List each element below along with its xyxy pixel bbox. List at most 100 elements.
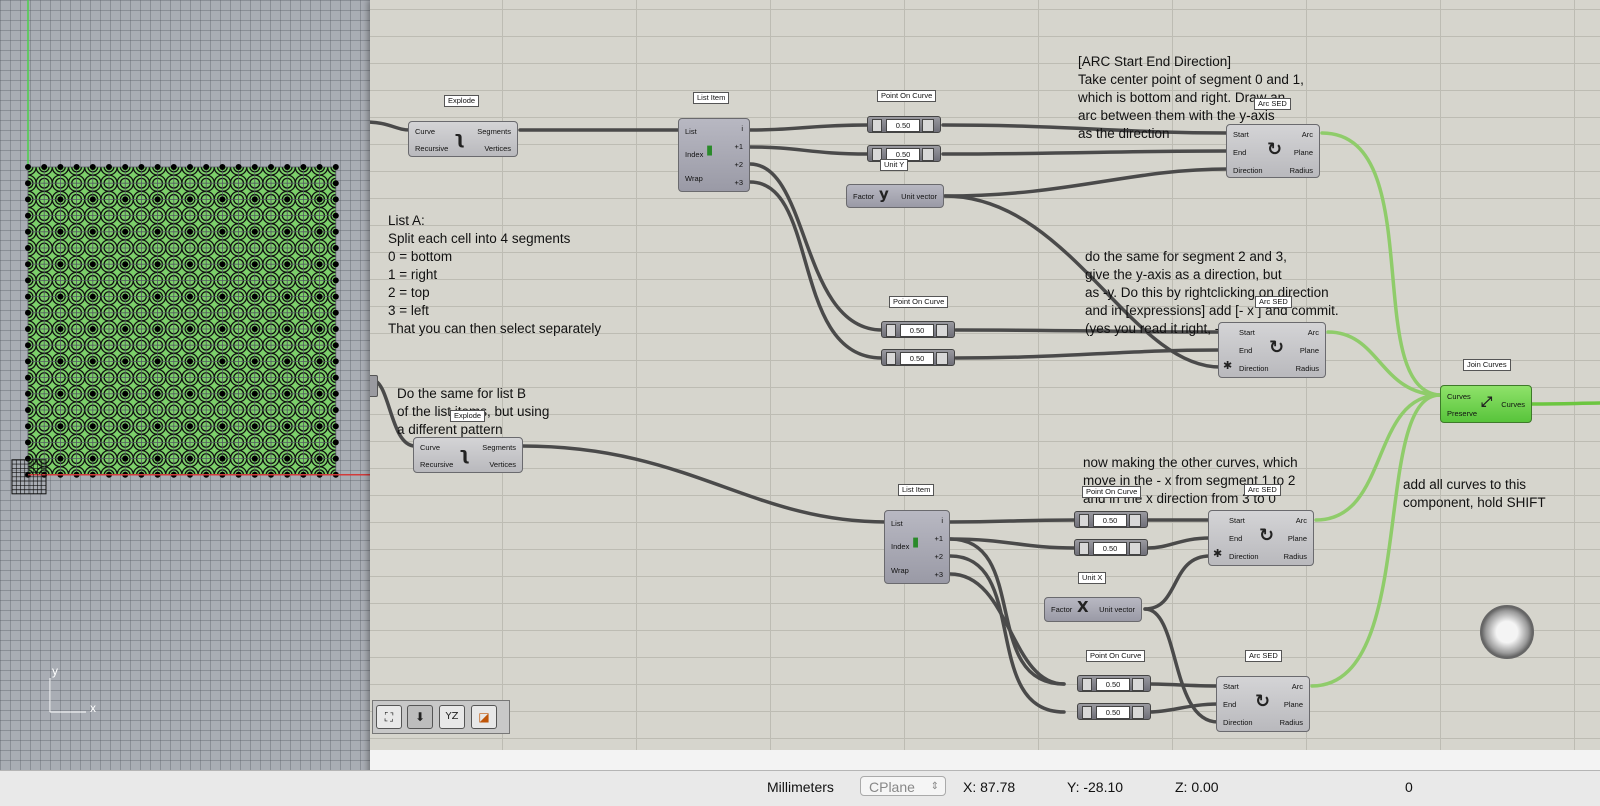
- input-direction[interactable]: Direction: [1233, 166, 1263, 175]
- input-direction[interactable]: Direction: [1223, 718, 1253, 727]
- arc-sed-1-component[interactable]: Start End Direction ↻ Arc Plane Radius: [1226, 124, 1320, 178]
- units-label[interactable]: Millimeters: [767, 779, 834, 795]
- input-start[interactable]: Start: [1229, 516, 1245, 525]
- output-plus3[interactable]: +3: [734, 178, 743, 187]
- input-start[interactable]: Start: [1223, 682, 1239, 691]
- output-arc[interactable]: Arc: [1302, 130, 1313, 139]
- explode-2-component[interactable]: Curve Recursive ʅ Segments Vertices: [413, 437, 523, 473]
- slider-knob[interactable]: [936, 352, 948, 365]
- rhino-viewport[interactable]: y x: [0, 0, 370, 770]
- output-arc[interactable]: Arc: [1296, 516, 1307, 525]
- vertex-point: [154, 455, 161, 462]
- slider-knob[interactable]: [1132, 706, 1144, 719]
- slider-knob[interactable]: [936, 324, 948, 337]
- point-on-curve-slider[interactable]: 0.50: [1074, 511, 1148, 528]
- canvas-edge-param[interactable]: [370, 375, 378, 397]
- input-factor[interactable]: Factor: [1051, 605, 1072, 614]
- output-arc[interactable]: Arc: [1308, 328, 1319, 337]
- output-i[interactable]: i: [941, 516, 943, 525]
- input-recursive[interactable]: Recursive: [415, 144, 448, 153]
- input-recursive[interactable]: Recursive: [420, 460, 453, 469]
- bake-icon[interactable]: ⬇: [407, 705, 433, 729]
- input-end[interactable]: End: [1239, 346, 1252, 355]
- input-list[interactable]: List: [891, 519, 903, 528]
- output-segments[interactable]: Segments: [482, 443, 516, 452]
- arc-sed-4-component[interactable]: Start End Direction ↻ Arc Plane Radius: [1216, 676, 1310, 732]
- slider-value[interactable]: 0.50: [900, 324, 934, 337]
- input-curves[interactable]: Curves: [1447, 392, 1471, 401]
- output-plane[interactable]: Plane: [1294, 148, 1313, 157]
- input-preserve[interactable]: Preserve: [1447, 409, 1477, 418]
- vertex-point: [73, 164, 80, 170]
- output-plane[interactable]: Plane: [1284, 700, 1303, 709]
- output-arc[interactable]: Arc: [1292, 682, 1303, 691]
- output-plus3[interactable]: +3: [934, 570, 943, 579]
- input-curve[interactable]: Curve: [420, 443, 440, 452]
- output-vertices[interactable]: Vertices: [489, 460, 516, 469]
- output-curves[interactable]: Curves: [1501, 400, 1525, 409]
- input-start[interactable]: Start: [1239, 328, 1255, 337]
- grasshopper-canvas[interactable]: [ARC Start End Direction] Take center poi…: [370, 0, 1600, 750]
- unit-y-component[interactable]: Factor y Unit vector: [846, 184, 944, 208]
- input-direction[interactable]: Direction: [1229, 552, 1259, 561]
- output-radius[interactable]: Radius: [1290, 166, 1313, 175]
- input-list[interactable]: List: [685, 127, 697, 136]
- point-on-curve-slider[interactable]: 0.50: [867, 116, 941, 133]
- slider-value[interactable]: 0.50: [1096, 678, 1130, 691]
- slider-value[interactable]: 0.50: [886, 119, 920, 132]
- navigation-compass-icon[interactable]: [1480, 605, 1534, 659]
- slider-knob[interactable]: [1132, 678, 1144, 691]
- point-on-curve-slider[interactable]: 0.50: [881, 321, 955, 338]
- output-radius[interactable]: Radius: [1280, 718, 1303, 727]
- input-end[interactable]: End: [1223, 700, 1236, 709]
- output-unit-vector[interactable]: Unit vector: [1099, 605, 1135, 614]
- cplane-dropdown[interactable]: CPlane ⇕: [860, 776, 946, 796]
- vertex-point: [122, 455, 129, 462]
- output-plus2[interactable]: +2: [934, 552, 943, 561]
- output-segments[interactable]: Segments: [477, 127, 511, 136]
- output-plus1[interactable]: +1: [934, 534, 943, 543]
- output-plus1[interactable]: +1: [734, 142, 743, 151]
- box-edit-icon[interactable]: ⛶: [376, 705, 402, 729]
- point-on-curve-slider[interactable]: 0.50: [1077, 703, 1151, 720]
- input-end[interactable]: End: [1229, 534, 1242, 543]
- output-unit-vector[interactable]: Unit vector: [901, 192, 937, 201]
- slider-value[interactable]: 0.50: [1093, 542, 1127, 555]
- xyz-preview-icon[interactable]: YZ: [439, 705, 465, 729]
- output-plus2[interactable]: +2: [734, 160, 743, 169]
- input-index[interactable]: Index: [891, 542, 909, 551]
- slider-knob[interactable]: [1129, 542, 1141, 555]
- input-direction[interactable]: Direction: [1239, 364, 1269, 373]
- list-item-1-component[interactable]: List Index Wrap ▮ i +1 +2 +3: [678, 118, 750, 192]
- output-i[interactable]: i: [741, 124, 743, 133]
- sketch-icon[interactable]: ◪: [471, 705, 497, 729]
- input-factor[interactable]: Factor: [853, 192, 874, 201]
- slider-knob[interactable]: [922, 148, 934, 161]
- input-index[interactable]: Index: [685, 150, 703, 159]
- slider-value[interactable]: 0.50: [900, 352, 934, 365]
- arc-sed-2-component[interactable]: Start End Direction ✱ ↻ Arc Plane Radius: [1218, 322, 1326, 378]
- point-on-curve-slider[interactable]: 0.50: [1077, 675, 1151, 692]
- input-start[interactable]: Start: [1233, 130, 1249, 139]
- output-plane[interactable]: Plane: [1300, 346, 1319, 355]
- list-item-2-component[interactable]: List Index Wrap ▮ i +1 +2 +3: [884, 510, 950, 584]
- output-radius[interactable]: Radius: [1296, 364, 1319, 373]
- input-curve[interactable]: Curve: [415, 127, 435, 136]
- output-vertices[interactable]: Vertices: [484, 144, 511, 153]
- slider-value[interactable]: 0.50: [1093, 514, 1127, 527]
- output-radius[interactable]: Radius: [1284, 552, 1307, 561]
- slider-knob[interactable]: [1129, 514, 1141, 527]
- input-wrap[interactable]: Wrap: [891, 566, 909, 575]
- unit-x-component[interactable]: Factor X Unit vector: [1044, 597, 1142, 622]
- point-on-curve-slider[interactable]: 0.50: [881, 349, 955, 366]
- output-plane[interactable]: Plane: [1288, 534, 1307, 543]
- slider-value[interactable]: 0.50: [1096, 706, 1130, 719]
- join-curves-component[interactable]: Curves Preserve ⤢ Curves: [1440, 385, 1532, 423]
- input-end[interactable]: End: [1233, 148, 1246, 157]
- arc-sed-3-component[interactable]: Start End Direction ✱ ↻ Arc Plane Radius: [1208, 510, 1314, 566]
- input-wrap[interactable]: Wrap: [685, 174, 703, 183]
- explode-1-component[interactable]: Curve Recursive ʅ Segments Vertices: [408, 121, 518, 157]
- point-on-curve-slider[interactable]: 0.50: [1074, 539, 1148, 556]
- slider-knob[interactable]: [922, 119, 934, 132]
- list-item-icon: ▮: [706, 143, 714, 158]
